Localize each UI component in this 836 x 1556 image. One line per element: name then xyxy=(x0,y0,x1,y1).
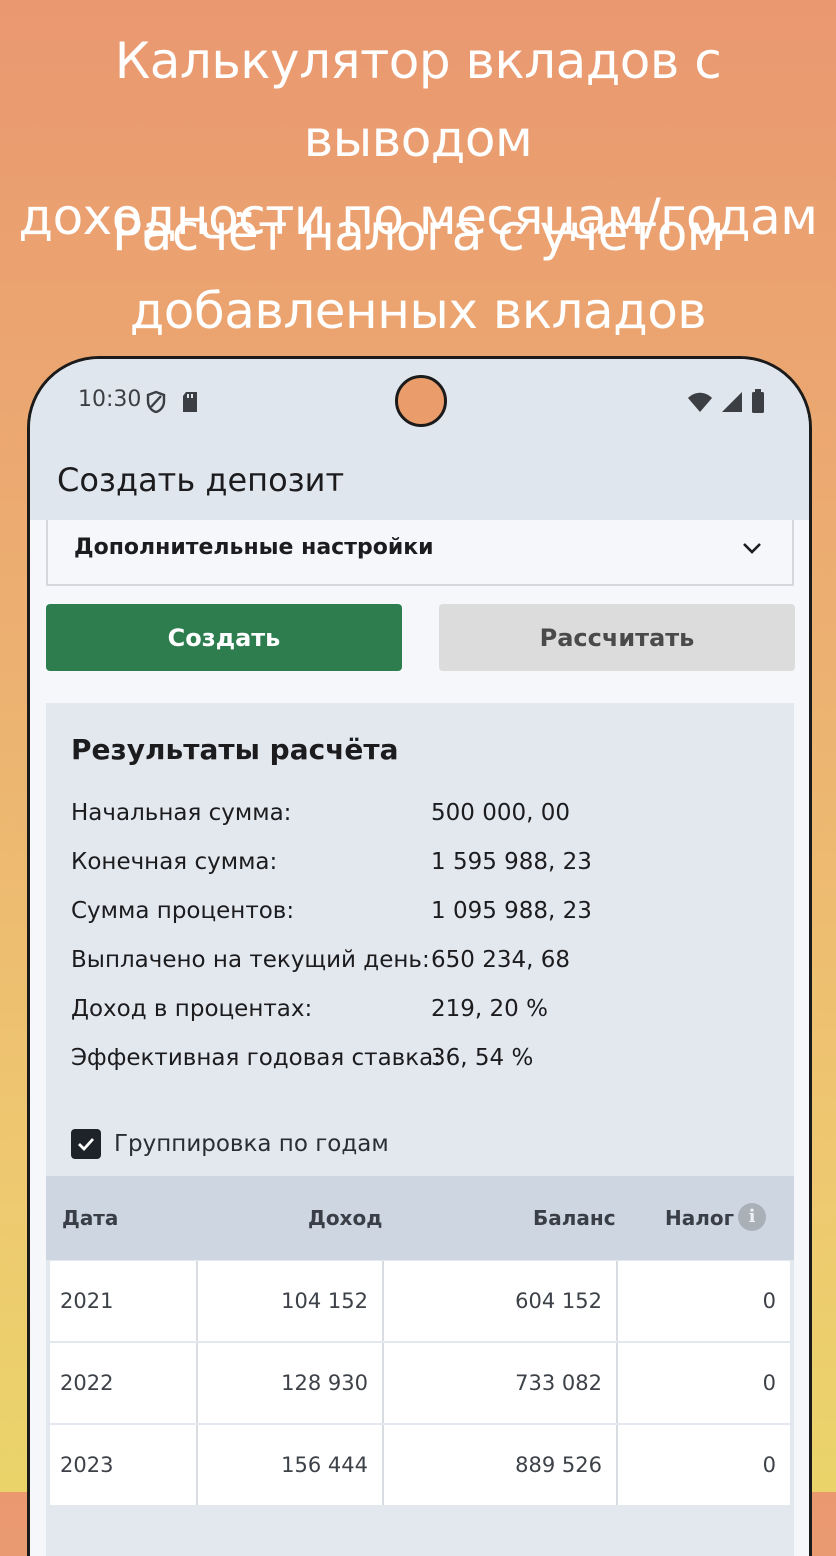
calculate-button[interactable]: Рассчитать xyxy=(439,604,795,671)
results-card: Результаты расчёта Начальная сумма: 500 … xyxy=(46,703,794,1556)
result-value: 1 595 988, 23 xyxy=(431,849,592,875)
checkmark-icon xyxy=(78,1138,95,1152)
results-title: Результаты расчёта xyxy=(71,733,399,766)
advanced-settings-label: Дополнительные настройки xyxy=(74,535,434,560)
promo-heading-2: Расчёт налога с учетом добавленных вклад… xyxy=(0,194,836,350)
cell-date: 2023 xyxy=(50,1425,198,1505)
result-label: Конечная сумма: xyxy=(71,849,278,875)
status-time: 10:30 xyxy=(78,387,142,412)
front-camera xyxy=(395,375,447,427)
result-label: Доход в процентах: xyxy=(71,996,313,1022)
column-header-date[interactable]: Дата xyxy=(62,1206,118,1230)
promo-heading-2-line-1: Расчёт налога с учетом xyxy=(112,204,725,262)
column-header-balance[interactable]: Баланс xyxy=(533,1206,616,1230)
app-bar: 10:30 Создать депозит xyxy=(30,359,809,520)
create-button[interactable]: Создать xyxy=(46,604,402,671)
shield-icon xyxy=(146,390,166,414)
signal-icon xyxy=(722,392,742,412)
result-value: 36, 54 % xyxy=(431,1045,534,1071)
wifi-icon xyxy=(688,392,712,412)
group-by-years-toggle[interactable]: Группировка по годам xyxy=(71,1129,389,1159)
result-label: Эффективная годовая ставка: xyxy=(71,1045,441,1071)
result-label: Сумма процентов: xyxy=(71,898,295,924)
group-by-years-checkbox[interactable] xyxy=(71,1129,101,1159)
advanced-settings-dropdown[interactable]: Дополнительные настройки xyxy=(46,520,794,586)
info-icon[interactable]: i xyxy=(738,1203,766,1231)
cell-balance: 889 526 xyxy=(384,1425,618,1505)
cell-income: 104 152 xyxy=(198,1261,384,1341)
result-label: Начальная сумма: xyxy=(71,800,292,826)
result-value: 1 095 988, 23 xyxy=(431,898,592,924)
status-icons-left xyxy=(146,390,200,414)
group-by-years-label: Группировка по годам xyxy=(114,1131,389,1157)
result-value: 219, 20 % xyxy=(431,996,548,1022)
page-title: Создать депозит xyxy=(57,461,345,499)
cell-date: 2021 xyxy=(50,1261,198,1341)
battery-icon xyxy=(752,389,764,413)
table-header: Дата Доход Баланс Налог i xyxy=(46,1176,794,1260)
sd-card-icon xyxy=(183,392,197,412)
table-row: 2023 156 444 889 526 0 xyxy=(50,1425,790,1505)
column-header-tax[interactable]: Налог xyxy=(665,1206,734,1230)
cell-balance: 733 082 xyxy=(384,1343,618,1423)
cell-tax: 0 xyxy=(762,1371,776,1395)
promo-heading-1-line-1: Калькулятор вкладов с выводом xyxy=(114,32,722,168)
result-value: 500 000, 00 xyxy=(431,800,570,826)
promo-heading-2-line-2: добавленных вкладов xyxy=(129,282,707,340)
cell-income: 156 444 xyxy=(198,1425,384,1505)
result-label: Выплачено на текущий день: xyxy=(71,947,430,973)
table-row: 2021 104 152 604 152 0 xyxy=(50,1261,790,1341)
result-value: 650 234, 68 xyxy=(431,947,570,973)
phone-frame: 10:30 Создать депозит Дополнительные нас… xyxy=(27,356,812,1556)
cell-tax: 0 xyxy=(762,1453,776,1477)
status-icons-right xyxy=(687,389,765,413)
cell-income: 128 930 xyxy=(198,1343,384,1423)
cell-tax: 0 xyxy=(762,1289,776,1313)
cell-balance: 604 152 xyxy=(384,1261,618,1341)
table-row: 2022 128 930 733 082 0 xyxy=(50,1343,790,1423)
column-header-income[interactable]: Доход xyxy=(308,1206,382,1230)
cell-date: 2022 xyxy=(50,1343,198,1423)
chevron-down-icon xyxy=(743,543,761,554)
